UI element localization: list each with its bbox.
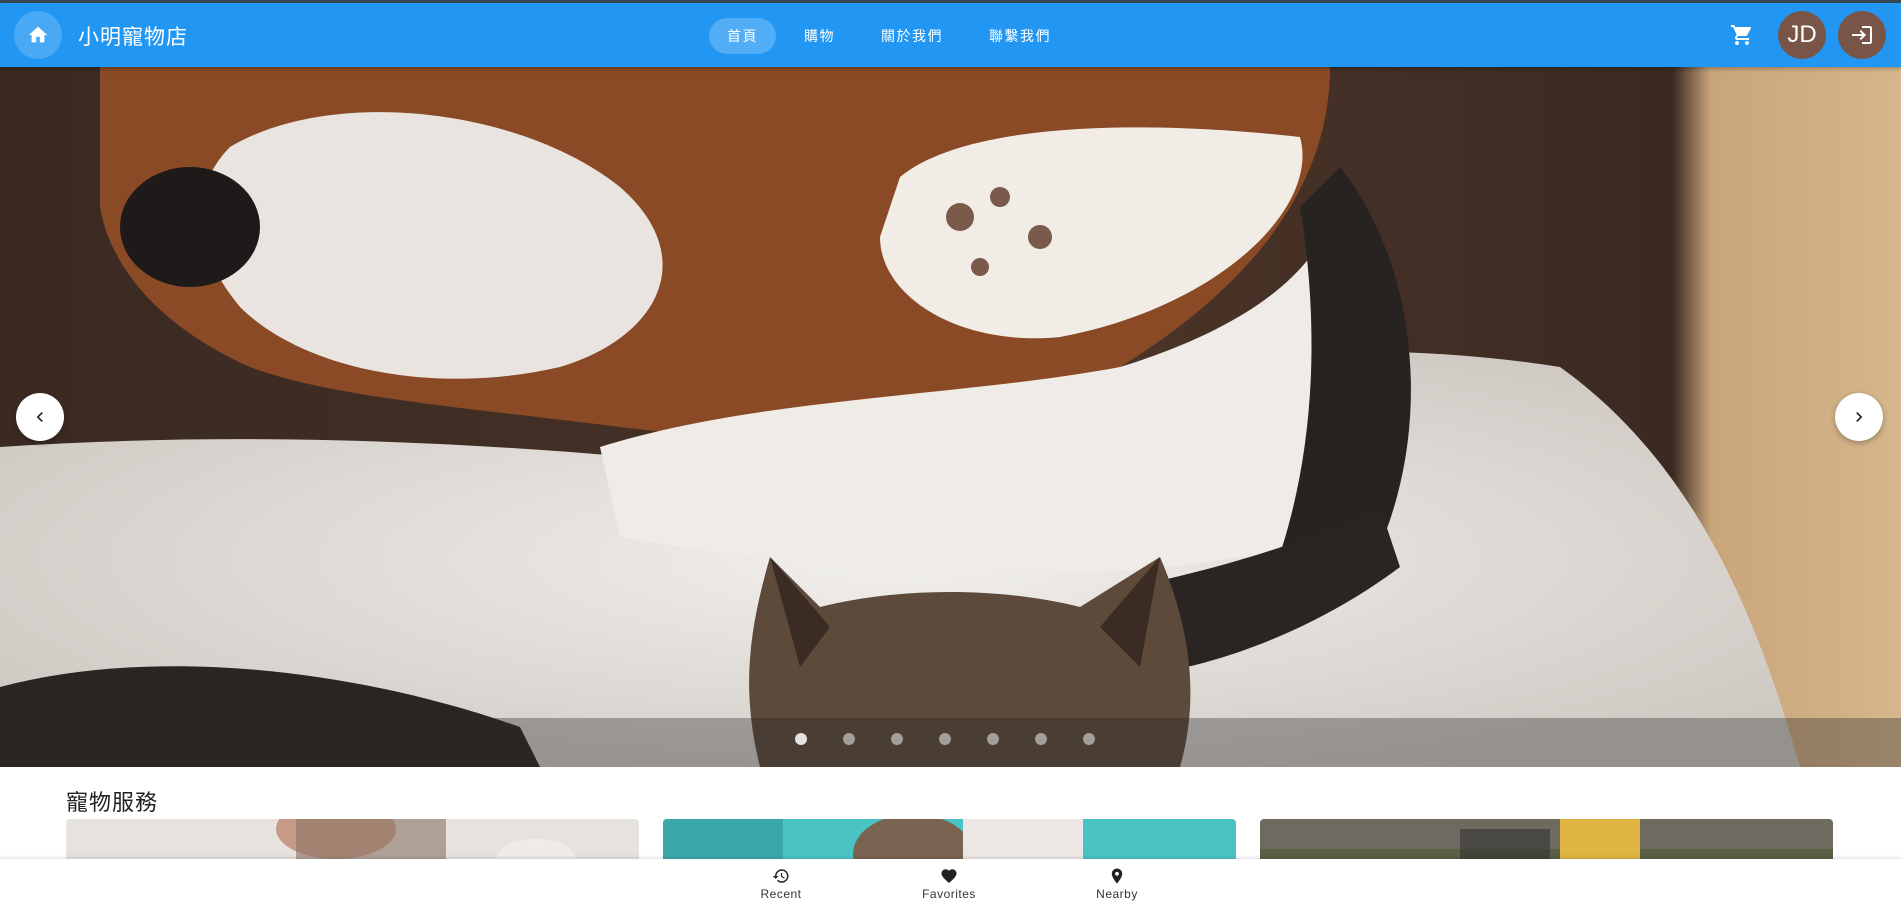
chevron-left-icon [36,412,43,422]
home-button[interactable] [14,11,62,59]
bottom-nav-label: Recent [760,887,802,901]
carousel-dot-4[interactable] [939,733,951,745]
carousel-dot-2[interactable] [843,733,855,745]
chevron-right-icon [1856,412,1863,422]
home-icon [28,26,48,43]
heart-icon [941,869,957,884]
nav-about[interactable]: 關於我們 [863,18,961,54]
nav-shop[interactable]: 購物 [786,18,853,54]
carousel-dot-3[interactable] [891,733,903,745]
bottom-nav-recent[interactable]: Recent [731,867,831,901]
login-icon [1852,26,1872,44]
brand-title[interactable]: 小明寵物店 [78,21,188,51]
carousel-next-button[interactable] [1835,393,1883,441]
carousel-dot-5[interactable] [987,733,999,745]
bottom-nav-favorites[interactable]: Favorites [899,867,999,901]
bottom-nav-nearby[interactable]: Nearby [1067,867,1167,901]
services-section-title: 寵物服務 [66,791,159,816]
hero-carousel [0,67,1901,767]
carousel-dot-7[interactable] [1083,733,1095,745]
location-pin-icon [1111,868,1123,884]
user-avatar[interactable]: JD [1778,11,1826,59]
carousel-indicator-bar [0,718,1901,767]
bottom-navigation: Recent Favorites Nearby [0,859,1901,910]
login-button[interactable] [1838,11,1886,59]
main-nav: 首頁 購物 關於我們 聯繫我們 [709,18,1069,54]
nav-contact[interactable]: 聯繫我們 [971,18,1069,54]
carousel-dots [795,733,1095,745]
carousel-prev-button[interactable] [16,393,64,441]
carousel-slide-image [0,67,1901,767]
app-bar: 小明寵物店 首頁 購物 關於我們 聯繫我們 JD [0,3,1901,67]
cart-icon [1731,25,1752,45]
carousel-dot-6[interactable] [1035,733,1047,745]
bottom-nav-label: Nearby [1096,887,1138,901]
carousel-dot-1[interactable] [795,733,807,745]
nav-home[interactable]: 首頁 [709,18,776,54]
bottom-nav-label: Favorites [922,887,976,901]
cart-button[interactable] [1722,15,1762,55]
history-icon [772,869,789,883]
